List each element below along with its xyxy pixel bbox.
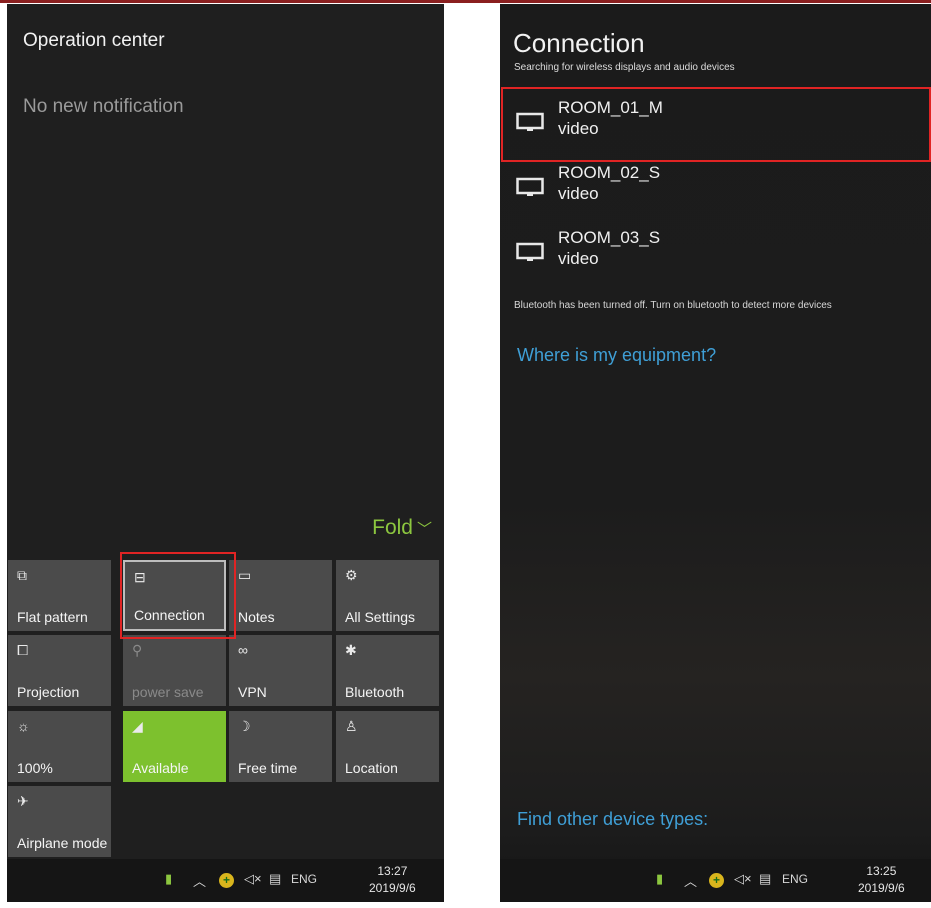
tile-label: power save xyxy=(132,684,204,700)
device-name: ROOM_03_S xyxy=(558,228,661,247)
clock-date: 2019/9/6 xyxy=(858,881,905,895)
tile-all-settings[interactable]: ⚙ All Settings xyxy=(336,560,439,631)
find-other-device-types-link[interactable]: Find other device types: xyxy=(517,809,708,830)
tile-free-time[interactable]: ☽ Free time xyxy=(229,711,332,782)
message-icon[interactable]: ▤ xyxy=(759,871,771,887)
tile-label: Notes xyxy=(238,609,275,625)
panel-title: Operation center xyxy=(23,30,165,51)
bluetooth-icon: ✱ xyxy=(345,642,357,658)
fold-label: Fold xyxy=(372,516,413,539)
security-shield-icon[interactable]: + xyxy=(219,872,234,888)
clock-date: 2019/9/6 xyxy=(369,881,416,895)
clock[interactable]: 13:27 2019/9/6 xyxy=(369,863,416,897)
clock-time: 13:27 xyxy=(377,864,408,878)
taskbar: ▮ ︿ + ◁× ▤ ENG 13:25 2019/9/6 xyxy=(500,859,931,902)
tile-label: Free time xyxy=(238,760,298,776)
battery-saver-icon: ⚲ xyxy=(132,642,143,658)
projection-icon: ⧠ xyxy=(17,642,29,658)
vpn-icon: ∞ xyxy=(238,642,248,658)
note-icon: ▭ xyxy=(238,567,252,583)
device-item[interactable]: ROOM_02_S video xyxy=(513,163,913,213)
wifi-icon: ◢ xyxy=(132,718,143,734)
tile-power-save[interactable]: ⚲ power save xyxy=(123,635,226,706)
device-name: ROOM_02_S xyxy=(558,163,661,182)
tile-label: Airplane mode xyxy=(17,835,108,851)
device-type: video xyxy=(558,249,599,268)
message-icon[interactable]: ▤ xyxy=(269,871,281,887)
airplane-icon: ✈ xyxy=(17,793,29,809)
tile-location[interactable]: ♙ Location xyxy=(336,711,439,782)
panel-title: Connection xyxy=(513,28,645,58)
chevron-up-icon[interactable]: ︿ xyxy=(684,871,697,890)
taskbar: ▮ ︿ + ◁× ▤ ENG 13:27 2019/9/6 xyxy=(7,859,444,902)
brightness-icon: ☼ xyxy=(17,718,30,734)
moon-icon: ☽ xyxy=(238,718,251,734)
tile-label: VPN xyxy=(238,684,267,700)
highlight-box xyxy=(120,552,236,639)
chevron-up-icon[interactable]: ︿ xyxy=(193,871,206,890)
tile-bluetooth[interactable]: ✱ Bluetooth xyxy=(336,635,439,706)
tile-airplane-mode[interactable]: ✈ Airplane mode xyxy=(8,786,111,857)
clock-time: 13:25 xyxy=(866,864,897,878)
tile-network-available[interactable]: ◢ Available xyxy=(123,711,226,782)
volume-muted-icon[interactable]: ◁× xyxy=(734,871,752,887)
tile-brightness[interactable]: ☼ 100% xyxy=(8,711,111,782)
search-status-text: Searching for wireless displays and audi… xyxy=(514,62,735,73)
top-accent-line xyxy=(0,0,931,3)
monitor-icon xyxy=(516,177,544,196)
device-item[interactable]: ROOM_03_S video xyxy=(513,228,913,278)
tile-notes[interactable]: ▭ Notes xyxy=(229,560,332,631)
tile-label: 100% xyxy=(17,760,53,776)
security-shield-icon[interactable]: + xyxy=(709,872,724,888)
tile-label: All Settings xyxy=(345,609,416,625)
highlight-box xyxy=(501,87,931,162)
no-notification-text: No new notification xyxy=(23,96,184,117)
tablet-mode-icon: ⧉ xyxy=(17,567,27,583)
location-icon: ♙ xyxy=(345,718,358,734)
device-type: video xyxy=(558,184,599,203)
monitor-icon xyxy=(516,242,544,261)
tile-projection[interactable]: ⧠ Projection xyxy=(8,635,111,706)
gear-icon: ⚙ xyxy=(345,567,358,583)
language-indicator[interactable]: ENG xyxy=(782,872,808,886)
tile-flat-pattern[interactable]: ⧉ Flat pattern xyxy=(8,560,111,631)
tile-label: Bluetooth xyxy=(345,684,405,700)
usb-icon[interactable]: ▮ xyxy=(656,871,663,887)
usb-icon[interactable]: ▮ xyxy=(165,871,172,887)
tile-label: Flat pattern xyxy=(17,609,88,625)
language-indicator[interactable]: ENG xyxy=(291,872,317,886)
operation-center-panel: Operation center No new notification Fol… xyxy=(7,4,444,902)
tile-label: Available xyxy=(132,760,189,776)
bluetooth-off-note: Bluetooth has been turned off. Turn on b… xyxy=(514,300,832,311)
fold-button[interactable]: Fold ﹀ xyxy=(372,516,432,540)
chevron-down-icon: ﹀ xyxy=(416,521,432,538)
tile-label: Location xyxy=(345,760,398,776)
tile-label: Projection xyxy=(17,684,80,700)
where-is-my-equipment-link[interactable]: Where is my equipment? xyxy=(517,345,716,366)
tile-vpn[interactable]: ∞ VPN xyxy=(229,635,332,706)
clock[interactable]: 13:25 2019/9/6 xyxy=(858,863,905,897)
volume-muted-icon[interactable]: ◁× xyxy=(244,871,262,887)
